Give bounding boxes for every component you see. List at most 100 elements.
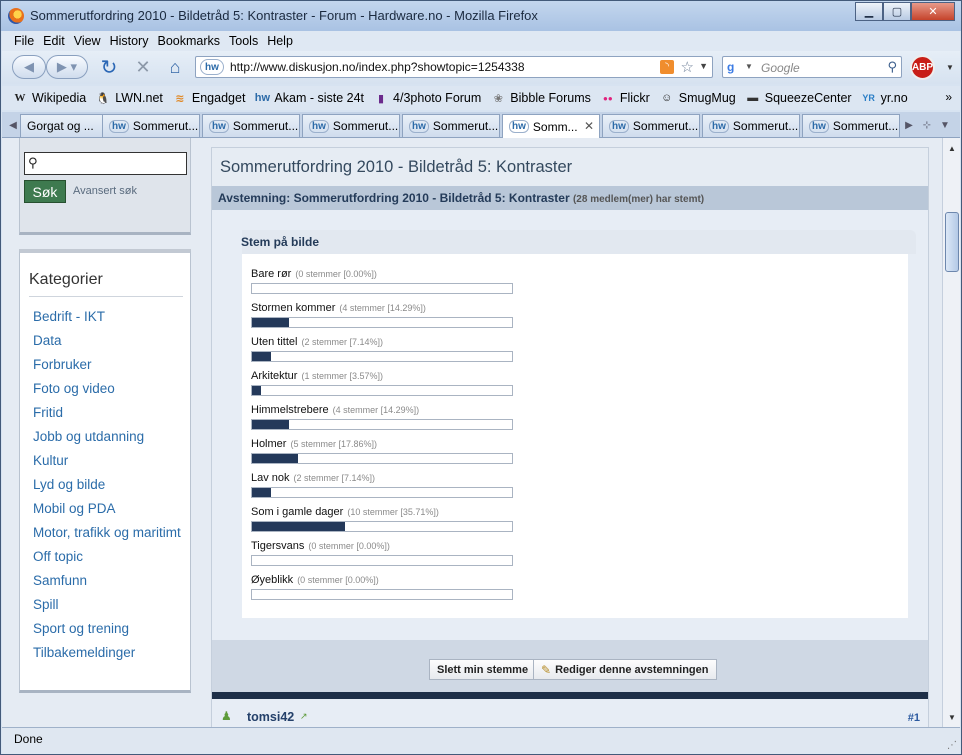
tab-scroll-right-icon[interactable]: ▶ [902,115,916,135]
menu-tools[interactable]: Tools [229,34,258,48]
bookmark-flickr[interactable]: ●● Flickr [600,91,650,105]
menu-view[interactable]: View [74,34,101,48]
maximize-button[interactable]: ▢ [883,2,911,21]
poll-option-bar-fill [252,454,299,463]
post-number-link[interactable]: #1 [908,712,920,724]
hw-icon: hw [709,119,729,133]
tab-7[interactable]: hw Sommerut... [702,114,800,137]
rss-feed-icon[interactable]: ◝ [660,60,674,74]
menu-help[interactable]: Help [267,34,293,48]
url-dropdown-icon[interactable]: ▼ [699,61,708,71]
category-link[interactable]: Motor, trafikk og maritimt [33,525,188,541]
bookmark-yr[interactable]: YR yr.no [861,91,907,105]
bookmark-wikipedia[interactable]: W Wikipedia [12,91,87,105]
bookmark-engadget[interactable]: ≋ Engadget [172,91,245,105]
category-link[interactable]: Spill [33,597,188,613]
url-text[interactable]: http://www.diskusjon.no/index.php?showto… [230,60,525,74]
category-link[interactable]: Fritid [33,405,188,421]
poll-option: Lav nok (2 stemmer [7.14%]) [251,470,651,504]
home-button[interactable]: ⌂ [162,55,188,79]
adblock-plus-button[interactable]: ABP [910,55,935,80]
reload-button[interactable]: ↻ [96,55,122,79]
category-link[interactable]: Data [33,333,188,349]
category-link[interactable]: Mobil og PDA [33,501,188,517]
firefox-icon [8,8,24,24]
bookmark-bibble[interactable]: ❀ Bibble Forums [490,91,591,105]
tab-list-dropdown-icon[interactable]: ▼ [938,115,952,135]
category-link[interactable]: Foto og video [33,381,188,397]
search-button[interactable]: Søk [24,180,66,203]
tab-1[interactable]: hw Sommerut... [102,114,200,137]
tab-6[interactable]: hw Sommerut... [602,114,700,137]
tab-4[interactable]: hw Sommerut... [402,114,500,137]
category-link[interactable]: Sport og trening [33,621,188,637]
back-button[interactable]: ◀ [12,55,46,79]
button-label: Slett min stemme [437,663,529,676]
post-author-link[interactable]: tomsi42 [247,710,294,724]
menu-edit[interactable]: Edit [43,34,65,48]
bookmark-label: SqueezeCenter [764,91,852,105]
page-scrollbar[interactable]: ▲ ▼ [942,138,960,727]
profile-popup-icon[interactable]: ↗ [300,711,308,722]
stop-button[interactable]: ✕ [130,55,156,79]
delete-vote-button[interactable]: Slett min stemme [429,659,537,680]
bookmark-akam[interactable]: hw Akam - siste 24t [254,91,364,105]
search-bar[interactable]: g ▼ Google ⚲ [722,56,902,78]
scroll-up-icon[interactable]: ▲ [944,140,960,156]
bookmark-squeezecenter[interactable]: ▬ SqueezeCenter [745,91,852,105]
category-link[interactable]: Forbruker [33,357,188,373]
menu-bookmarks[interactable]: Bookmarks [157,34,220,48]
menu-history[interactable]: History [110,34,149,48]
poll-option-count: (4 stemmer [14.29%]) [339,303,426,313]
site-identity-icon[interactable]: hw [200,59,224,75]
poll-option-bar [251,453,513,464]
tab-8[interactable]: hw Sommerut... [802,114,900,137]
bookmarks-overflow-icon[interactable]: » [945,90,952,104]
url-bar[interactable]: hw http://www.diskusjon.no/index.php?sho… [195,56,713,78]
bookmark-star-icon[interactable]: ☆ [681,58,694,76]
poll-option-bar-fill [252,386,262,395]
tab-2[interactable]: hw Sommerut... [202,114,300,137]
divider [29,296,183,297]
poll-option-count: (10 stemmer [35.71%]) [347,507,439,517]
poll-option-label: Tigersvans [251,540,305,552]
window-controls: ▁ ▢ ✕ [855,2,955,21]
scroll-down-icon[interactable]: ▼ [944,709,960,725]
edit-poll-button[interactable]: ✎ Rediger denne avstemningen [533,659,717,680]
scrollbar-thumb[interactable] [945,212,959,272]
poll-option-label: Bare rør [251,268,292,280]
category-link[interactable]: Lyd og bilde [33,477,188,493]
browser-window: Sommerutfordring 2010 - Bildetråd 5: Kon… [0,0,962,755]
category-link[interactable]: Samfunn [33,573,188,589]
poll-option-label: Holmer [251,438,287,450]
tab-scroll-left-icon[interactable]: ◀ [6,115,20,135]
bookmark-43photo[interactable]: ▮ 4/3photo Forum [373,91,481,105]
category-link[interactable]: Bedrift - IKT [33,309,188,325]
category-link[interactable]: Off topic [33,549,188,565]
close-window-button[interactable]: ✕ [911,2,955,21]
adblock-dropdown-icon[interactable]: ▼ [946,63,954,72]
tab-label: Somm... [532,119,578,134]
minimize-button[interactable]: ▁ [855,2,883,21]
bookmark-smugmug[interactable]: ☺ SmugMug [659,91,736,105]
resize-grip-icon[interactable]: ⋰ [947,740,957,751]
all-tabs-icon[interactable]: ⊹ [920,115,934,135]
poll-option-bar [251,419,513,430]
google-engine-icon[interactable]: g [727,60,741,74]
tab-3[interactable]: hw Sommerut... [302,114,400,137]
search-go-icon[interactable]: ⚲ [887,59,897,75]
category-link[interactable]: Tilbakemeldinger [33,645,188,661]
tab-5-active[interactable]: hw Somm... ✕ [502,114,600,138]
forward-button[interactable]: ▶ ▾ [46,55,88,79]
category-link[interactable]: Jobb og utdanning [33,429,188,445]
tab-bar: ◀ Gorgat og ... hw Sommerut... hw Sommerut… [2,112,960,138]
poll-option-bar [251,487,513,498]
title-bar: Sommerutfordring 2010 - Bildetråd 5: Kon… [1,1,961,31]
engine-dropdown-icon[interactable]: ▼ [745,62,753,71]
site-search-input[interactable]: ⚲ [24,152,187,175]
close-tab-icon[interactable]: ✕ [584,119,594,133]
advanced-search-link[interactable]: Avansert søk [73,185,137,197]
bookmark-lwn[interactable]: 🐧 LWN.net [95,91,163,105]
category-link[interactable]: Kultur [33,453,188,469]
menu-file[interactable]: File [14,34,34,48]
